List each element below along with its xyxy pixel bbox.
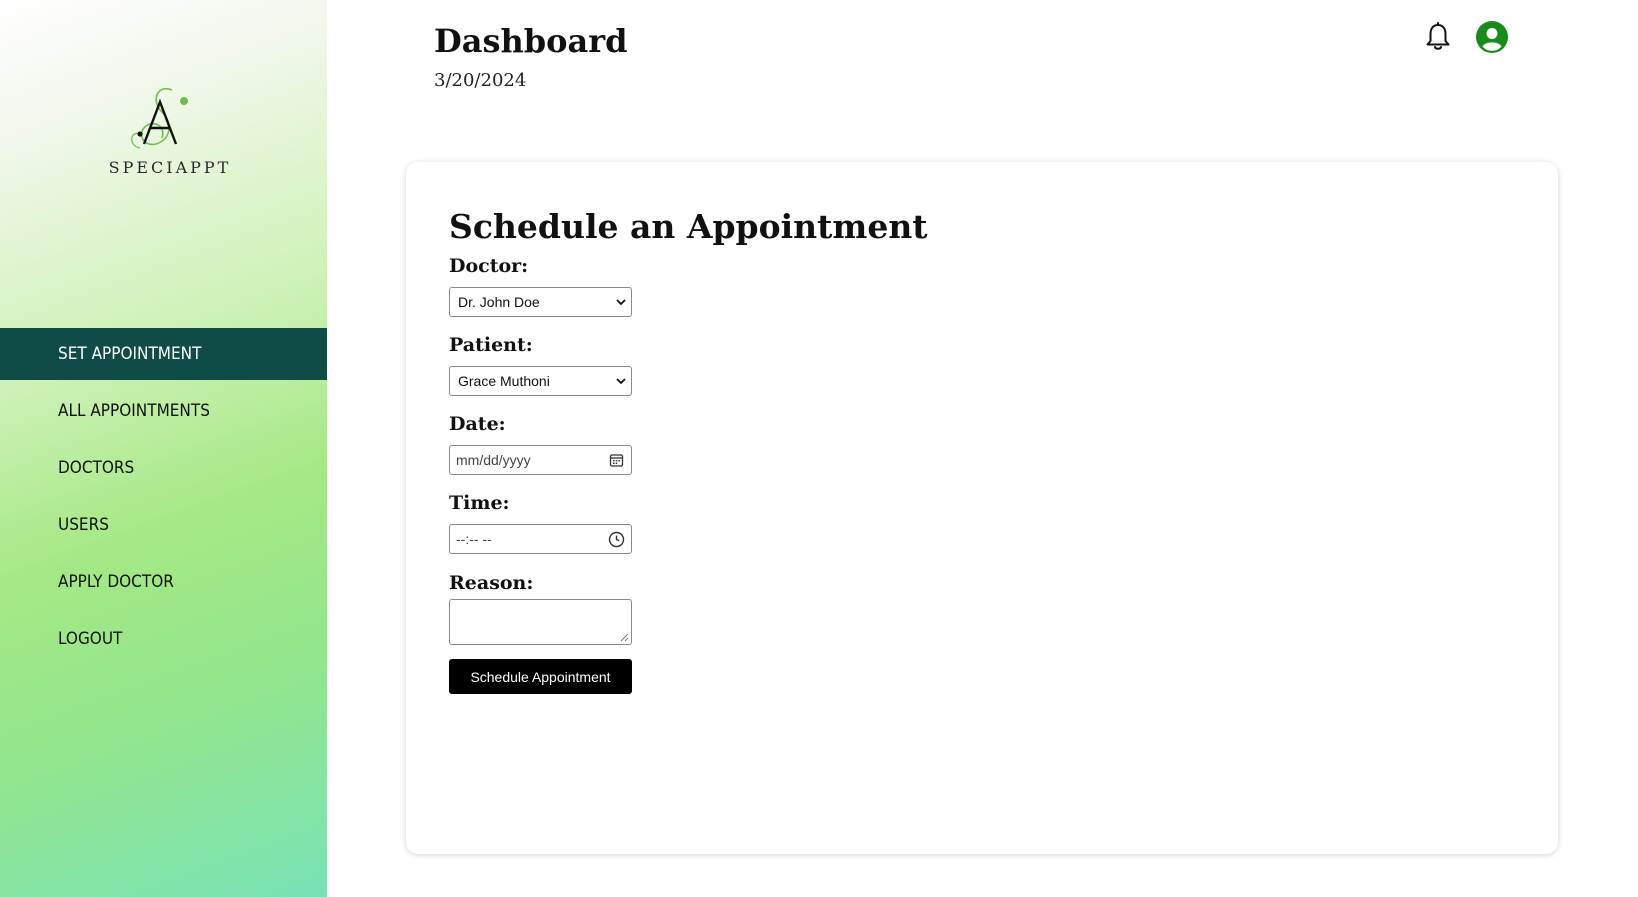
reason-label: Reason: <box>449 572 534 594</box>
doctor-select-value: Dr. John Doe <box>458 294 540 310</box>
page-title: Dashboard <box>434 22 628 60</box>
sidebar-item-users[interactable]: USERS <box>0 499 327 551</box>
logo[interactable]: SPECIAPPT <box>100 82 240 182</box>
calendar-icon[interactable] <box>608 452 625 469</box>
appointment-card: Schedule an Appointment Doctor: Dr. John… <box>406 162 1558 854</box>
time-input-placeholder: --:-- -- <box>456 531 492 547</box>
logo-mark-icon <box>131 87 188 149</box>
user-circle-icon[interactable] <box>1476 21 1508 53</box>
sidebar-item-logout[interactable]: LOGOUT <box>0 613 327 665</box>
current-date: 3/20/2024 <box>434 70 527 91</box>
chevron-down-icon <box>616 378 626 385</box>
sidebar-item-all-appointments[interactable]: ALL APPOINTMENTS <box>0 385 327 437</box>
patient-select-value: Grace Muthoni <box>458 373 550 389</box>
date-input[interactable]: mm/dd/yyyy <box>449 445 632 475</box>
date-label: Date: <box>449 413 506 435</box>
sidebar-item-apply-doctor[interactable]: APPLY DOCTOR <box>0 556 327 608</box>
bell-icon[interactable] <box>1424 22 1452 52</box>
resize-grip-icon[interactable] <box>620 633 629 642</box>
schedule-appointment-button[interactable]: Schedule Appointment <box>449 659 632 694</box>
chevron-down-icon <box>616 299 626 306</box>
patient-label: Patient: <box>449 334 533 356</box>
doctor-label: Doctor: <box>449 255 529 277</box>
sidebar-item-doctors[interactable]: DOCTORS <box>0 442 327 494</box>
patient-select[interactable]: Grace Muthoni <box>449 366 632 396</box>
sidebar-item-set-appointment[interactable]: SET APPOINTMENT <box>0 328 327 380</box>
sidebar: SPECIAPPT SET APPOINTMENT ALL APPOINTMEN… <box>0 0 327 897</box>
time-input[interactable]: --:-- -- <box>449 524 632 554</box>
clock-icon[interactable] <box>608 531 625 548</box>
reason-textarea[interactable] <box>449 599 632 645</box>
time-label: Time: <box>449 492 510 514</box>
form-title: Schedule an Appointment <box>449 207 928 246</box>
logo-wordmark: SPECIAPPT <box>108 158 232 177</box>
date-input-placeholder: mm/dd/yyyy <box>456 452 531 468</box>
doctor-select[interactable]: Dr. John Doe <box>449 287 632 317</box>
sidebar-nav: SET APPOINTMENT ALL APPOINTMENTS DOCTORS… <box>0 328 327 670</box>
